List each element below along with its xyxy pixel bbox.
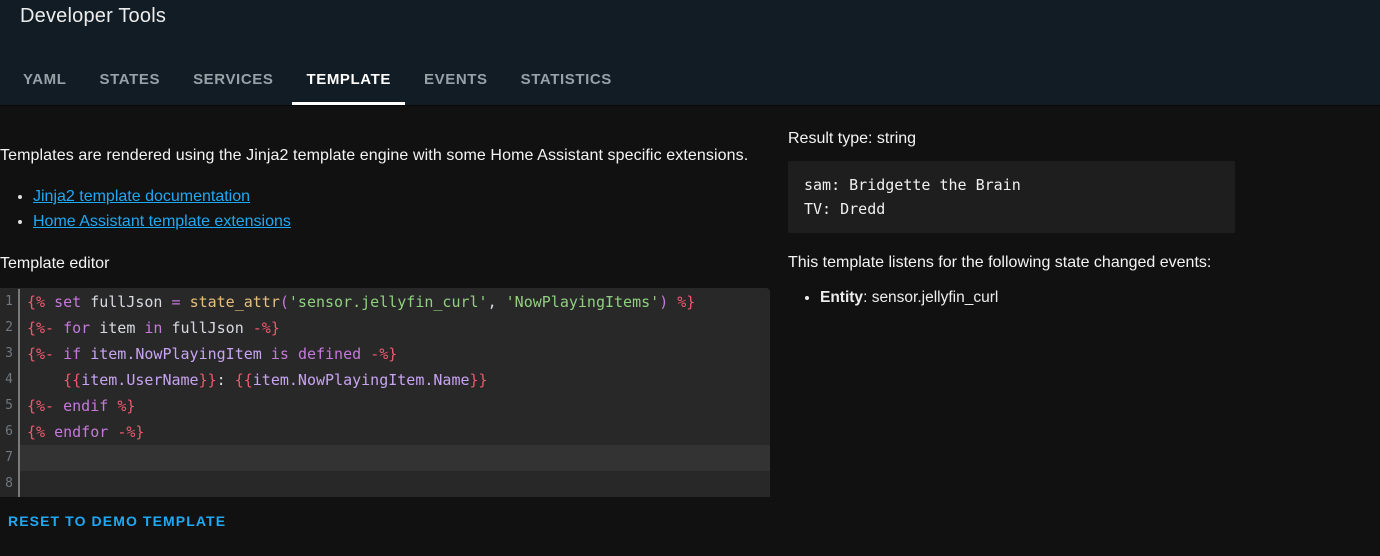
code-line[interactable]: 4 {{item.UserName}}: {{item.NowPlayingIt… bbox=[0, 367, 770, 393]
reset-to-demo-template-button[interactable]: RESET TO DEMO TEMPLATE bbox=[0, 505, 234, 537]
listener-entity-label: Entity bbox=[820, 289, 864, 306]
code-text: {% endfor -%} bbox=[27, 423, 145, 441]
tab-template[interactable]: TEMPLATE bbox=[292, 57, 405, 105]
line-number: 7 bbox=[0, 445, 20, 471]
doc-link[interactable]: Home Assistant template extensions bbox=[33, 213, 291, 230]
template-code-editor[interactable]: 1 {% set fullJson = state_attr('sensor.je… bbox=[0, 288, 770, 497]
line-number: 5 bbox=[0, 393, 20, 419]
listener-list: Entity: sensor.jellyfin_curl bbox=[788, 289, 1258, 307]
documentation-links: Jinja2 template documentation Home Assist… bbox=[0, 188, 770, 231]
code-text: {{item.UserName}}: {{item.NowPlayingItem… bbox=[63, 371, 488, 389]
tab-states[interactable]: STATES bbox=[86, 57, 175, 105]
template-editor-label: Template editor bbox=[0, 255, 110, 272]
template-editor-column: Templates are rendered using the Jinja2 … bbox=[0, 105, 770, 537]
tab-bar: YAML STATES SERVICES TEMPLATE EVENTS STATISTI… bbox=[9, 57, 631, 105]
code-line[interactable]: 3 {%- if item.NowPlayingItem is defined -… bbox=[0, 341, 770, 367]
code-text: {%- if item.NowPlayingItem is defined -%… bbox=[27, 345, 398, 363]
template-result-column: Result type: string sam: Bridgette the B… bbox=[788, 105, 1258, 307]
tab-yaml[interactable]: YAML bbox=[9, 57, 81, 105]
template-dev-tool: Templates are rendered using the Jinja2 … bbox=[0, 105, 1380, 537]
app-header: Developer Tools YAML STATES SERVICES TEMPLA… bbox=[0, 0, 1380, 105]
line-number: 6 bbox=[0, 419, 20, 445]
doc-link[interactable]: Jinja2 template documentation bbox=[33, 188, 250, 205]
tab-services[interactable]: SERVICES bbox=[179, 57, 287, 105]
listener-separator: : bbox=[863, 289, 872, 306]
intro-text: Templates are rendered using the Jinja2 … bbox=[0, 147, 749, 164]
listener-item: Entity: sensor.jellyfin_curl bbox=[820, 289, 1258, 307]
line-number: 3 bbox=[0, 341, 20, 367]
page-title: Developer Tools bbox=[20, 5, 167, 27]
list-item: Home Assistant template extensions bbox=[33, 213, 770, 231]
list-item: Jinja2 template documentation bbox=[33, 188, 770, 206]
rendered-result-output: sam: Bridgette the Brain TV: Dredd bbox=[788, 161, 1235, 233]
line-number: 8 bbox=[0, 471, 20, 497]
code-line[interactable]: 5 {%- endif %} bbox=[0, 393, 770, 419]
code-line[interactable]: 7 bbox=[0, 445, 770, 471]
line-number: 2 bbox=[0, 315, 20, 341]
line-number: 4 bbox=[0, 367, 20, 393]
tab-events[interactable]: EVENTS bbox=[410, 57, 502, 105]
line-number: 1 bbox=[0, 289, 20, 315]
listeners-heading: This template listens for the following … bbox=[788, 254, 1212, 271]
code-line[interactable]: 8 bbox=[0, 471, 770, 497]
code-text: {% set fullJson = state_attr('sensor.jel… bbox=[27, 293, 696, 311]
code-text bbox=[20, 445, 770, 471]
result-type-label: Result type: string bbox=[788, 130, 917, 147]
code-line[interactable]: 2 {%- for item in fullJson -%} bbox=[0, 315, 770, 341]
code-text: {%- for item in fullJson -%} bbox=[27, 319, 280, 337]
tab-statistics[interactable]: STATISTICS bbox=[507, 57, 626, 105]
listener-entity-value: sensor.jellyfin_curl bbox=[871, 289, 999, 306]
code-line[interactable]: 1 {% set fullJson = state_attr('sensor.je… bbox=[0, 289, 770, 315]
code-line[interactable]: 6 {% endfor -%} bbox=[0, 419, 770, 445]
code-text: {%- endif %} bbox=[27, 397, 136, 415]
